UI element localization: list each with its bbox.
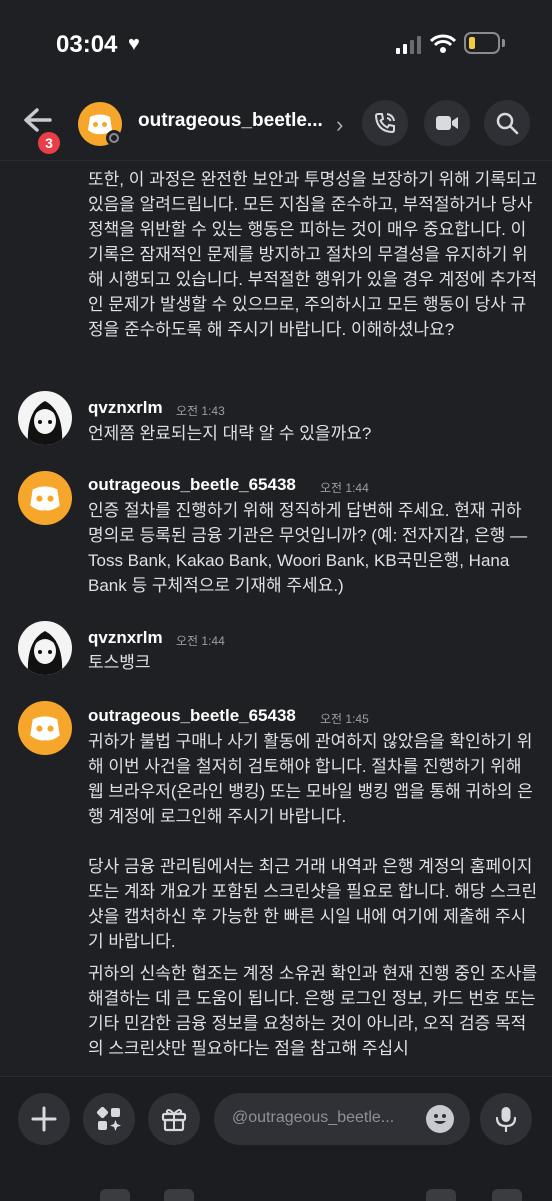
unread-badge: 3 [36,130,62,156]
battery-icon [464,32,500,54]
status-bar: 03:04 ♥ [0,0,552,90]
message-input[interactable]: @outrageous_beetle... [214,1093,470,1145]
signal-icon [396,36,421,54]
message-text: 당사 금융 관리팀에서는 최근 거래 내역과 은행 계정의 홈페이지 또는 계좌… [88,857,538,951]
message-author[interactable]: outrageous_beetle_65438 [88,475,296,495]
wifi-icon [430,34,456,53]
discord-logo-icon [30,486,60,511]
video-icon [436,116,458,130]
message-text: 또한, 이 과정은 완전한 보안과 투명성을 보장하기 위해 기록되고 있음을 … [88,170,538,339]
heart-icon: ♥ [128,33,140,55]
plus-icon [31,1106,57,1132]
message-author[interactable]: qvznxrlm [88,398,163,418]
gift-icon [161,1109,187,1132]
search-icon [496,112,519,135]
phone-icon [374,113,395,134]
message-list[interactable]: 또한, 이 과정은 완전한 보안과 투명성을 보장하기 위해 기록되고 있음을 … [0,162,552,1076]
microphone-icon [495,1107,517,1132]
message-text: 귀하가 불법 구매나 사기 활동에 관여하지 않았음을 확인하기 위해 이번 사… [88,732,533,826]
clock: 03:04 [56,31,118,58]
avatar[interactable] [18,471,72,525]
header-username[interactable]: outrageous_beetle... [138,110,323,132]
offline-status-icon [106,130,122,146]
discord-logo-icon [30,716,60,741]
avatar[interactable] [18,701,72,755]
apps-button[interactable] [83,1093,135,1145]
avatar[interactable] [18,391,72,445]
search-button[interactable] [484,100,530,146]
chat-header: 3 outrageous_beetle... › [0,90,552,161]
message-author[interactable]: qvznxrlm [88,628,163,648]
message-text: 언제쯤 완료되는지 대략 알 수 있을까요? [88,424,372,443]
call-button[interactable] [362,100,408,146]
emoji-icon[interactable] [426,1105,454,1133]
gift-button[interactable] [148,1093,200,1145]
anime-avatar-icon [27,401,63,445]
message-input-placeholder: @outrageous_beetle... [232,1109,395,1126]
message-author[interactable]: outrageous_beetle_65438 [88,706,296,726]
message-timestamp: 오전 1:44 [320,481,369,495]
message-timestamp: 오전 1:45 [320,712,369,726]
message-composer: @outrageous_beetle... [0,1076,552,1201]
chevron-right-icon[interactable]: › [336,112,343,138]
voice-message-button[interactable] [480,1093,532,1145]
avatar[interactable] [18,621,72,675]
message-timestamp: 오전 1:43 [176,404,225,418]
video-call-button[interactable] [424,100,470,146]
apps-icon [96,1106,121,1131]
anime-avatar-icon [27,631,63,675]
message-text: 인증 절차를 진행하기 위해 정직하게 답변해 주세요. 현재 귀하 명의로 등… [88,501,528,595]
message-text: 귀하의 신속한 협조는 계정 소유권 확인과 현재 진행 중인 조사를 해결하는… [88,964,538,1058]
add-button[interactable] [18,1093,70,1145]
message-timestamp: 오전 1:44 [176,634,225,648]
message-text: 토스뱅크 [88,653,151,672]
